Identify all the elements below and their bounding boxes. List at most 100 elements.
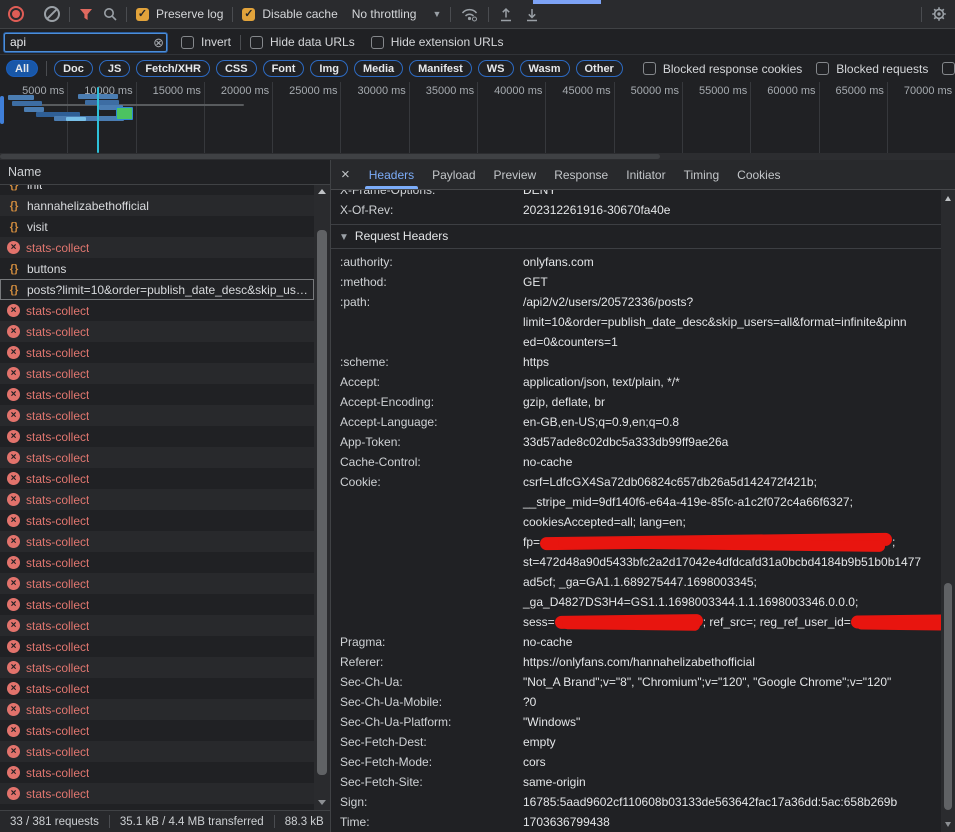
table-row[interactable]: ×stats-collect [0,510,314,531]
table-row[interactable]: ×stats-collect [0,237,314,258]
table-row[interactable]: {}visit [0,216,314,237]
table-row[interactable]: ×stats-collect [0,699,314,720]
clear-filter-icon[interactable]: ⊗ [153,35,164,51]
tab-payload[interactable]: Payload [423,160,484,189]
scroll-up-arrow[interactable] [941,192,955,205]
table-row[interactable]: ×stats-collect [0,405,314,426]
header-value-text: ?0 [523,695,536,709]
network-conditions-icon[interactable] [460,7,479,22]
table-row[interactable]: ×stats-collect [0,594,314,615]
name-column-header[interactable]: Name [0,160,330,185]
table-row[interactable]: ×stats-collect [0,741,314,762]
table-row[interactable]: {}posts?limit=10&order=publish_date_desc… [0,279,314,300]
filter-pill-font[interactable]: Font [263,60,305,77]
filter-checkbox-3rd-party-requests[interactable]: 3rd-party requests [942,62,955,76]
preserve-log-checkbox[interactable]: ✓ Preserve log [136,7,223,21]
header-value-text: gzip, deflate, br [523,395,605,409]
table-row[interactable]: ×stats-collect [0,552,314,573]
scroll-down-arrow[interactable] [941,818,955,831]
settings-gear-icon[interactable] [931,6,947,22]
request-list-scrollbar[interactable] [314,185,330,810]
disable-cache-checkbox[interactable]: ✓ Disable cache [242,7,337,21]
header-row: Cache-Control:no-cache [331,452,941,472]
table-row[interactable]: ×stats-collect [0,531,314,552]
header-value-line: no-cache [523,452,572,472]
checkbox-checked-icon: ✓ [242,8,255,21]
table-row[interactable]: ×stats-collect [0,636,314,657]
table-row[interactable]: ×stats-collect [0,783,314,804]
checkbox-unchecked-icon [643,62,656,75]
table-row[interactable]: {}buttons [0,258,314,279]
scroll-up-arrow[interactable] [314,185,330,198]
overview-scrollbar-thumb[interactable] [0,154,660,159]
filter-input[interactable] [4,33,167,52]
tab-initiator[interactable]: Initiator [617,160,674,189]
filter-funnel-icon[interactable] [79,8,93,21]
filter-pill-all[interactable]: All [6,60,38,77]
filter-bar: ⊗ Invert Hide data URLs Hide extension U… [0,30,955,55]
table-row[interactable]: ×stats-collect [0,300,314,321]
table-row[interactable]: ×stats-collect [0,468,314,489]
close-icon[interactable]: × [341,160,350,189]
tab-response[interactable]: Response [545,160,617,189]
filter-pill-img[interactable]: Img [310,60,348,77]
tab-headers[interactable]: Headers [360,160,423,189]
record-stop-icon[interactable] [8,6,24,22]
filter-pill-js[interactable]: JS [99,60,130,77]
hide-data-urls-checkbox[interactable]: Hide data URLs [250,35,355,49]
tab-cookies[interactable]: Cookies [728,160,789,189]
scrollbar-thumb[interactable] [944,583,952,810]
filter-pill-media[interactable]: Media [354,60,403,77]
error-icon: × [7,451,20,464]
table-row[interactable]: ×stats-collect [0,615,314,636]
table-row[interactable]: ×stats-collect [0,762,314,783]
header-name: Accept: [331,372,523,392]
tab-timing[interactable]: Timing [675,160,729,189]
throttling-select[interactable]: No throttling ▼ [352,7,442,21]
filter-pill-ws[interactable]: WS [478,60,514,77]
filter-pill-doc[interactable]: Doc [54,60,93,77]
hide-extension-urls-label: Hide extension URLs [391,35,504,49]
scroll-down-arrow[interactable] [314,796,330,809]
overview-waterfall[interactable]: 5000 ms10000 ms15000 ms20000 ms25000 ms3… [0,82,955,161]
header-value: 33d57ade8c02dbc5a333db99ff9ae26a [523,432,728,452]
table-row[interactable]: ×stats-collect [0,573,314,594]
header-value-line: https [523,352,549,372]
table-row[interactable]: {}init [0,185,314,195]
filter-checkbox-blocked-response-cookies[interactable]: Blocked response cookies [643,62,802,76]
table-row[interactable]: ×stats-collect [0,489,314,510]
filter-pill-other[interactable]: Other [576,60,623,77]
export-har-icon[interactable] [524,7,540,22]
table-row[interactable]: ×stats-collect [0,657,314,678]
error-icon: × [7,577,20,590]
filter-pill-wasm[interactable]: Wasm [520,60,570,77]
table-row[interactable]: ×stats-collect [0,321,314,342]
invert-checkbox[interactable]: Invert [181,35,231,49]
filter-pill-fetch-xhr[interactable]: Fetch/XHR [136,60,210,77]
table-row[interactable]: {}hannahelizabethofficial [0,195,314,216]
clear-icon[interactable] [44,6,60,22]
overview-scrollbar[interactable] [0,153,955,160]
hide-extension-urls-checkbox[interactable]: Hide extension URLs [371,35,504,49]
scrollbar-thumb[interactable] [317,230,327,775]
table-row[interactable]: ×stats-collect [0,678,314,699]
search-icon[interactable] [103,7,117,21]
timeline-tick-label: 25000 ms [273,82,341,153]
request-name: stats-collect [26,514,89,528]
details-scrollbar[interactable] [941,190,955,832]
import-har-icon[interactable] [498,7,514,22]
filter-pill-manifest[interactable]: Manifest [409,60,472,77]
request-headers-section-header[interactable]: ▼Request Headers [331,225,941,249]
table-row[interactable]: ×stats-collect [0,720,314,741]
filter-checkbox-blocked-requests[interactable]: Blocked requests [816,62,928,76]
request-name: stats-collect [26,598,89,612]
table-row[interactable]: ×stats-collect [0,363,314,384]
table-row[interactable]: ×stats-collect [0,384,314,405]
table-row[interactable]: ×stats-collect [0,342,314,363]
preserve-log-label: Preserve log [156,7,223,21]
table-row[interactable]: ×stats-collect [0,447,314,468]
filter-pill-css[interactable]: CSS [216,60,257,77]
overview-selection-handle[interactable] [0,96,4,124]
table-row[interactable]: ×stats-collect [0,426,314,447]
tab-preview[interactable]: Preview [485,160,546,189]
